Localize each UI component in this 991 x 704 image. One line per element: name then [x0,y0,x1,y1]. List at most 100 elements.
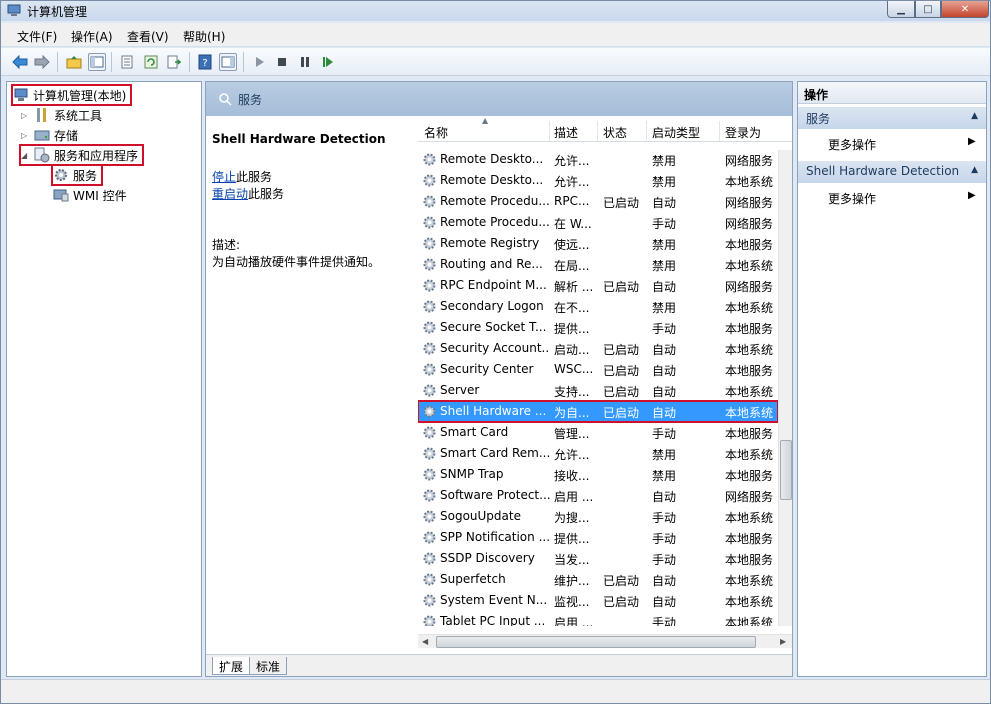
service-gear-icon [423,426,436,439]
table-row[interactable]: Routing and Re... 在局... 禁用 本地系统 [418,254,778,275]
help-icon[interactable]: ? [196,53,214,71]
table-row[interactable]: SPP Notification ... 提供... 手动 本地服务 [418,527,778,548]
vertical-scrollbar[interactable] [778,150,792,626]
status-bar [1,679,990,703]
tab-standard[interactable]: 标准 [249,657,288,675]
service-description: 管理... [554,427,590,441]
collapse-up-icon[interactable]: ▲ [971,111,978,121]
collapse-up-icon[interactable]: ▲ [971,165,978,175]
pause-icon[interactable] [296,53,314,71]
table-row[interactable]: Superfetch 维护... 已启动 自动 本地系统 [418,569,778,590]
expand-arrow-icon[interactable]: ▷ [21,131,31,140]
horizontal-scroll-thumb[interactable] [436,636,756,648]
tree-item-wmi[interactable]: WMI 控件 [53,186,127,204]
properties-icon[interactable] [118,53,136,71]
service-gear-icon [423,573,436,586]
table-row[interactable]: SogouUpdate 为搜... 手动 本地系统 [418,506,778,527]
stop-icon[interactable] [273,53,291,71]
forward-arrow-icon[interactable] [33,53,51,71]
column-logon-as[interactable]: 登录为 [725,124,761,141]
service-startup-type: 自动 [652,343,677,357]
service-logon-as: 本地系统 [725,175,774,189]
menu-help[interactable]: 帮助(H) [183,28,225,45]
tree-item-system-tools[interactable]: ▷ 系统工具 [21,106,102,124]
service-name: Server [440,383,480,397]
close-button[interactable]: ✕ [941,1,989,18]
service-startup-type: 自动 [652,490,677,504]
table-row[interactable]: Remote Procedu... RPC... 已启动 自动 网络服务 [418,191,778,212]
maximize-button[interactable]: □ [915,1,941,18]
menu-action[interactable]: 操作(A) [71,28,113,45]
service-startup-type: 自动 [652,385,677,399]
service-gear-icon [423,594,436,607]
tree-item-services-apps[interactable]: ◢ 服务和应用程序 [18,144,145,166]
table-row[interactable]: Secondary Logon 在不... 禁用 本地系统 [418,296,778,317]
table-row[interactable]: Remote Registry 使远... 禁用 本地服务 [418,233,778,254]
table-row[interactable]: Smart Card 管理... 手动 本地服务 [418,422,778,443]
back-arrow-icon[interactable] [11,53,29,71]
scroll-right-icon[interactable]: ▶ [780,637,786,646]
table-row[interactable]: Security Center WSC... 已启动 自动 本地服务 [418,359,778,380]
horizontal-scrollbar[interactable]: ◀ ▶ [418,634,792,648]
tree-item-storage[interactable]: ▷ 存储 [21,126,78,144]
table-row[interactable]: Remote Procedu... 在 W... 手动 网络服务 [418,212,778,233]
service-description: 提供... [554,532,590,546]
show-hide-action-icon[interactable] [219,53,237,71]
table-row[interactable]: RPC Endpoint M... 解析 ... 已启动 自动 网络服务 [418,275,778,296]
up-folder-icon[interactable] [65,53,83,71]
tab-extended[interactable]: 扩展 [212,657,251,675]
resume-icon[interactable] [319,53,337,71]
service-startup-type: 自动 [652,280,677,294]
column-status[interactable]: 状态 [603,124,627,141]
table-row[interactable]: Server 支持... 已启动 自动 本地系统 [418,380,778,401]
service-gear-icon [423,363,436,376]
service-logon-as: 本地服务 [725,364,774,378]
scroll-left-icon[interactable]: ◀ [422,637,428,646]
column-startup-type[interactable]: 启动类型 [652,124,700,141]
table-row[interactable]: Remote Deskto... 允许... 禁用 网络服务 [418,149,778,170]
service-gear-icon [423,216,436,229]
table-row[interactable]: Shell Hardware ... 为自... 已启动 自动 本地系统 [418,400,779,423]
table-row[interactable]: System Event N... 监视... 已启动 自动 本地系统 [418,590,778,611]
restart-service-link[interactable]: 重启动 [212,187,248,201]
stop-service-line: 停止此服务 [212,168,272,185]
more-actions-services[interactable]: 更多操作 ▶ [828,136,976,153]
column-description[interactable]: 描述 [554,124,578,141]
more-actions-service[interactable]: 更多操作 ▶ [828,190,976,207]
show-hide-tree-icon[interactable] [88,53,106,71]
pane-header-title: 服务 [238,92,263,107]
refresh-icon[interactable] [142,53,160,71]
service-description: 使远... [554,238,590,252]
minimize-button[interactable]: ▁ [887,1,915,18]
tree-root[interactable]: 计算机管理(本地) [10,84,133,106]
restart-service-line: 重启动此服务 [212,185,284,202]
service-name: RPC Endpoint M... [440,278,547,292]
table-row[interactable]: Security Account... 启动... 已启动 自动 本地系统 [418,338,778,359]
vertical-scroll-thumb[interactable] [780,440,792,500]
menu-file[interactable]: 文件(F) [17,28,57,45]
expand-arrow-icon[interactable]: ▷ [21,111,31,120]
stop-service-link[interactable]: 停止 [212,170,236,184]
service-name: Remote Procedu... [440,194,550,208]
actions-title: 操作 [798,82,986,104]
table-row[interactable]: SSDP Discovery 当发... 手动 本地服务 [418,548,778,569]
table-row[interactable]: SNMP Trap 接收... 禁用 本地服务 [418,464,778,485]
service-logon-as: 网络服务 [725,280,774,294]
service-description: 启用 ... [554,490,594,504]
play-icon[interactable] [251,53,269,71]
actions-section-services[interactable]: 服务 ▲ [798,107,986,129]
table-row[interactable]: Smart Card Rem... 允许... 禁用 本地系统 [418,443,778,464]
collapse-arrow-icon[interactable]: ◢ [21,151,31,160]
menu-view[interactable]: 查看(V) [127,28,169,45]
export-list-icon[interactable] [165,53,183,71]
table-row[interactable]: Remote Deskto... 允许... 禁用 本地系统 [418,170,778,191]
column-name[interactable]: 名称 [424,124,448,141]
tree-item-label: 存储 [54,128,79,143]
table-row[interactable]: Secure Socket T... 提供... 手动 本地服务 [418,317,778,338]
table-row[interactable]: Software Protect... 启用 ... 自动 网络服务 [418,485,778,506]
table-row[interactable]: Tablet PC Input ... 启用 ... 手动 本地系统 [418,611,778,626]
service-description: 为搜... [554,511,590,525]
service-description: 为自... [554,406,590,420]
actions-section-service[interactable]: Shell Hardware Detection ▲ [798,161,986,183]
tree-item-services[interactable]: 服务 [50,164,104,186]
